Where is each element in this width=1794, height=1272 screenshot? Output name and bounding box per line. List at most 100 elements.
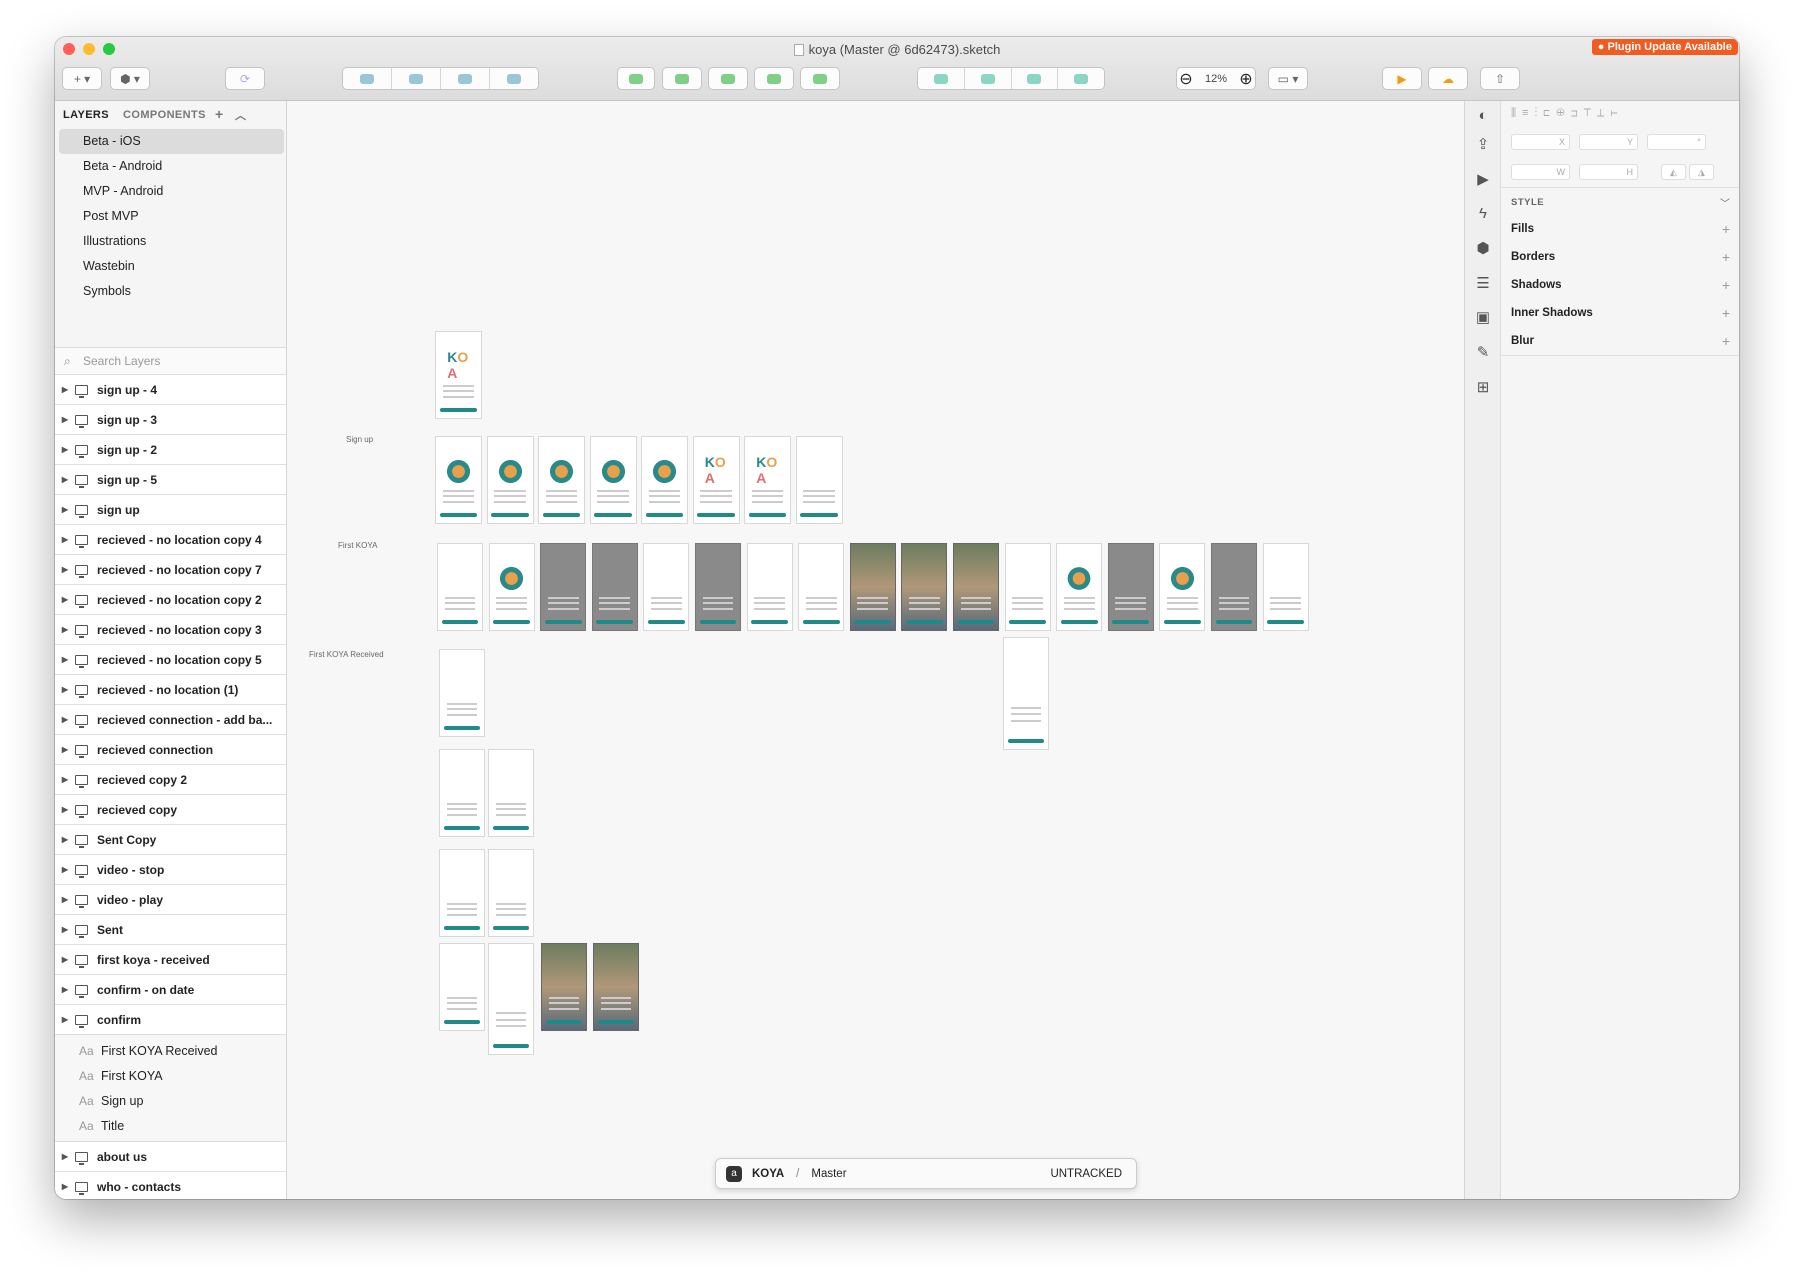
layer-row[interactable]: ▶ recieved - no location (1) — [55, 675, 286, 705]
page-item[interactable]: Wastebin — [59, 254, 284, 279]
inspector-tab-icon[interactable]: ◐ — [1474, 107, 1492, 125]
layer-row[interactable]: ▶ Sent Copy — [55, 825, 286, 855]
layer-row[interactable]: ▶ sign up - 4 — [55, 375, 286, 405]
preview-button[interactable]: ▶ — [1382, 67, 1422, 90]
page-item[interactable]: MVP - Android — [59, 179, 284, 204]
disclosure-triangle-icon[interactable]: ▶ — [55, 1182, 75, 1191]
disclosure-triangle-icon[interactable]: ▶ — [55, 835, 75, 844]
add-inner-shadow-icon[interactable]: + — [1722, 305, 1730, 321]
layer-row[interactable]: ▶ sign up - 5 — [55, 465, 286, 495]
shadows-section[interactable]: Shadows — [1511, 279, 1561, 291]
page-item[interactable]: Post MVP — [59, 204, 284, 229]
page-item[interactable]: Beta - iOS — [59, 129, 284, 154]
text-layer-row[interactable]: Aa Sign up — [55, 1088, 286, 1113]
text-layer-row[interactable]: Aa First KOYA — [55, 1063, 286, 1088]
symbol-icon[interactable]: ⬢ — [1474, 240, 1492, 258]
add-fill-icon[interactable]: + — [1722, 221, 1730, 237]
artboard-thumbnail[interactable] — [849, 543, 896, 631]
layer-row[interactable]: ▶ recieved - no location copy 2 — [55, 585, 286, 615]
fills-section[interactable]: Fills — [1511, 223, 1534, 235]
layer-row[interactable]: ▶ recieved - no location copy 5 — [55, 645, 286, 675]
view-button[interactable]: ▭ ▾ — [1268, 67, 1308, 90]
borders-section[interactable]: Borders — [1511, 251, 1555, 263]
artboard-thumbnail[interactable] — [486, 436, 534, 524]
artboard-thumbnail[interactable]: KO A — [744, 436, 791, 524]
mask-button[interactable] — [800, 67, 840, 90]
align-toolbar[interactable]: ⫼≡⋮⊏⊕⊐⊤⊥⊢ — [1511, 107, 1624, 120]
cloud-button[interactable]: ☁ — [1428, 67, 1468, 90]
disclosure-triangle-icon[interactable]: ▶ — [55, 805, 75, 814]
layer-row[interactable]: ▶ recieved - no location copy 4 — [55, 525, 286, 555]
disclosure-triangle-icon[interactable]: ▶ — [55, 535, 75, 544]
disclosure-triangle-icon[interactable]: ▶ — [55, 685, 75, 694]
artboard-thumbnail[interactable] — [591, 543, 638, 631]
rotate-button[interactable] — [708, 67, 748, 90]
refresh-button[interactable]: ⟳ — [225, 67, 265, 90]
interaction-icon[interactable]: ϟ — [1474, 205, 1492, 223]
layer-row[interactable]: ▶ confirm — [55, 1005, 286, 1035]
disclosure-triangle-icon[interactable]: ▶ — [55, 505, 75, 514]
chevron-down-icon[interactable]: ﹀ — [1720, 195, 1730, 210]
artboard-thumbnail[interactable] — [1003, 637, 1049, 750]
insert-button[interactable]: + ▾ — [62, 67, 102, 90]
backward-button[interactable] — [392, 68, 441, 89]
page-item[interactable]: Symbols — [59, 279, 284, 304]
layer-row[interactable]: ▶ first koya - received — [55, 945, 286, 975]
artboard-thumbnail[interactable] — [488, 749, 534, 837]
layer-row[interactable]: ▶ confirm - on date — [55, 975, 286, 1005]
artboard-thumbnail[interactable] — [695, 543, 741, 631]
artboard-thumbnail[interactable] — [589, 436, 637, 524]
artboard-thumbnail[interactable] — [953, 543, 999, 631]
collapse-pages-icon[interactable]: ︿ — [235, 107, 246, 123]
height-field[interactable]: H — [1579, 164, 1638, 180]
layer-row[interactable]: ▶ recieved copy 2 — [55, 765, 286, 795]
disclosure-triangle-icon[interactable]: ▶ — [55, 415, 75, 424]
layer-row[interactable]: ▶ recieved connection - add ba... — [55, 705, 286, 735]
artboard-thumbnail[interactable] — [439, 649, 485, 737]
artboard-thumbnail[interactable] — [439, 849, 485, 937]
edit-button[interactable] — [617, 67, 655, 90]
artboard-thumbnail[interactable] — [746, 543, 793, 631]
text-layer-row[interactable]: Aa First KOYA Received — [55, 1038, 286, 1063]
artboard-thumbnail[interactable] — [1056, 543, 1103, 631]
flip-horizontal-icon[interactable]: ◭ — [1661, 164, 1686, 180]
transform-button[interactable] — [662, 67, 702, 90]
tab-components[interactable]: COMPONENTS — [123, 109, 206, 121]
inner-shadows-section[interactable]: Inner Shadows — [1511, 307, 1593, 319]
add-shadow-icon[interactable]: + — [1722, 277, 1730, 293]
components-icon[interactable]: ▣ — [1474, 309, 1492, 327]
disclosure-triangle-icon[interactable]: ▶ — [55, 445, 75, 454]
artboard-thumbnail[interactable] — [1004, 543, 1051, 631]
layer-row[interactable]: ▶ Sent — [55, 915, 286, 945]
width-field[interactable]: W — [1511, 164, 1570, 180]
intersect-button[interactable] — [1012, 68, 1059, 89]
add-image-icon[interactable]: ⊞ — [1474, 379, 1492, 397]
export-icon[interactable]: ⇪ — [1474, 136, 1492, 154]
disclosure-triangle-icon[interactable]: ▶ — [55, 655, 75, 664]
disclosure-triangle-icon[interactable]: ▶ — [55, 1152, 75, 1161]
disclosure-triangle-icon[interactable]: ▶ — [55, 865, 75, 874]
prototype-icon[interactable]: ▶ — [1474, 171, 1492, 189]
disclosure-triangle-icon[interactable]: ▶ — [55, 565, 75, 574]
add-page-icon[interactable]: + — [215, 106, 224, 122]
zoom-out-button[interactable]: ⊖ — [1177, 68, 1195, 89]
layer-row[interactable]: ▶ recieved - no location copy 7 — [55, 555, 286, 585]
disclosure-triangle-icon[interactable]: ▶ — [55, 895, 75, 904]
zoom-in-button[interactable]: ⊕ — [1237, 68, 1255, 89]
layer-row[interactable]: ▶ video - stop — [55, 855, 286, 885]
design-canvas[interactable]: Sign up First KOYA First KOYA Received K… — [287, 101, 1464, 1199]
text-layer-row[interactable]: Aa Title — [55, 1113, 286, 1138]
layer-row[interactable]: ▶ recieved copy — [55, 795, 286, 825]
union-button[interactable] — [918, 68, 965, 89]
add-border-icon[interactable]: + — [1722, 249, 1730, 265]
page-item[interactable]: Beta - Android — [59, 154, 284, 179]
forward-button[interactable] — [343, 68, 392, 89]
layer-row[interactable]: ▶ who - contacts — [55, 1172, 286, 1199]
layer-row[interactable]: ▶ video - play — [55, 885, 286, 915]
flip-vertical-icon[interactable]: ◮ — [1689, 164, 1714, 180]
layer-row[interactable]: ▶ about us — [55, 1142, 286, 1172]
add-blur-icon[interactable]: + — [1722, 333, 1730, 349]
difference-button[interactable] — [1058, 68, 1104, 89]
plugin-update-badge[interactable]: ● Plugin Update Available — [1591, 39, 1738, 55]
artboard-thumbnail[interactable] — [593, 943, 639, 1031]
